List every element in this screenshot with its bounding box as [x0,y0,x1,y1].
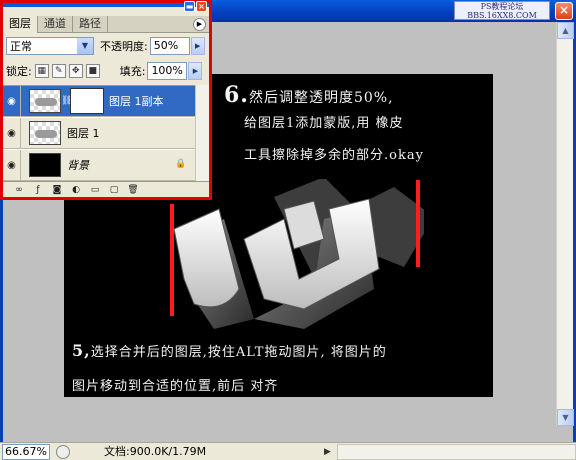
chevron-down-icon[interactable]: ▼ [77,38,93,54]
tab-channels[interactable]: 通道 [38,16,73,33]
trash-icon[interactable]: 🗑 [127,184,139,196]
lock-position-move-icon[interactable]: ✥ [68,64,83,78]
status-info-icon[interactable] [56,444,70,459]
layer-name: 图层 1 [67,127,100,140]
horizontal-scrollbar[interactable] [336,443,576,460]
blend-mode-value: 正常 [10,40,32,53]
visibility-eye-icon[interactable]: ◉ [3,117,21,149]
new-group-folder-icon[interactable]: ▭ [89,184,101,196]
document-size: 文档:900.0K/1.79M [104,444,207,458]
panel-minimize-button[interactable]: ▬ [184,1,195,12]
adjustment-layer-icon[interactable]: ◐ [70,184,82,196]
layer-row-copy[interactable]: ◉ ⛓ 图层 1副本 [3,85,195,117]
step6-line2: 给图层1添加蒙版,用 橡皮 [244,116,404,131]
step6-number: 6. [224,82,249,108]
layer-lock-icon: 🔒 [175,159,187,169]
lock-transparency-icon[interactable]: ▦ [34,64,49,78]
lock-label: 锁定: [6,65,32,78]
visibility-eye-icon[interactable]: ◉ [3,149,21,181]
step5-text1: 选择合并后的图层,按住ALT拖动图片, 将图片的 [90,345,387,360]
step6-text1: 然后调整透明度50%, [248,90,394,106]
layer-name: 背景 [67,159,89,172]
layer-thumbnail [29,153,61,177]
alignment-marker-left [170,204,174,316]
blend-mode-select[interactable]: 正常 ▼ [6,37,94,55]
blend-opacity-row: 正常 ▼ 不透明度: 50% ▶ [3,34,209,58]
opacity-slider-arrow-icon[interactable]: ▶ [190,37,205,55]
lock-pixels-brush-icon[interactable]: ✎ [51,64,66,78]
scroll-down-button[interactable]: ▼ [557,409,574,426]
opacity-input[interactable]: 50% [149,37,190,55]
panel-window-buttons: ▬ × [184,1,207,12]
panel-menu-icon[interactable]: ▶ [193,18,206,31]
opacity-label: 不透明度: [100,40,148,53]
fill-input[interactable]: 100% [147,62,188,80]
scroll-up-button[interactable]: ▲ [557,22,574,39]
close-button[interactable]: × [555,2,573,20]
fill-slider-arrow-icon[interactable]: ▶ [188,62,203,80]
mask-link-chain-icon[interactable]: ⛓ [61,96,72,106]
vertical-scrollbar[interactable]: ▲ ▼ [556,22,574,426]
status-bar: 66.67% 文档:900.0K/1.79M ▶ [0,442,576,460]
step5-number: 5, [72,341,91,360]
lock-all-icon[interactable]: ■ [85,64,100,78]
layer-mask-thumbnail[interactable] [70,88,104,114]
tab-layers[interactable]: 图层 [3,16,38,33]
tab-paths[interactable]: 路径 [73,16,108,33]
panel-close-button[interactable]: × [196,1,207,12]
alignment-marker-right [416,180,420,267]
step6-line1: 6.然后调整透明度50%, [224,82,394,108]
link-layers-icon[interactable]: ∞ [13,184,25,196]
layer-thumbnail [29,89,61,113]
watermark-line1: PS教程论坛 [480,2,524,11]
visibility-eye-icon[interactable]: ◉ [3,85,21,117]
lock-fill-row: 锁定: ▦ ✎ ✥ ■ 填充: 100% ▶ [3,61,209,81]
panel-tabs: 图层 通道 路径 [3,16,209,33]
fill-label: 填充: [119,65,146,78]
step6-line3: 工具擦除掉多余的部分.okay [244,148,424,163]
zoom-field[interactable]: 66.67% [2,443,50,460]
layer-list: ◉ ⛓ 图层 1副本 ◉ 图层 1 ◉ 背景 🔒 [3,85,195,181]
panel-titlebar[interactable] [3,3,209,7]
status-menu-arrow-icon[interactable]: ▶ [324,447,331,457]
layer-row-background[interactable]: ◉ 背景 🔒 [3,149,195,181]
panel-footer: ∞ ƒ ◙ ◐ ▭ ▢ 🗑 [3,181,209,197]
step5-line2: 图片移动到合适的位置,前后 对齐 [72,379,279,394]
layer-list-scrollbar[interactable] [195,85,209,181]
layer-name: 图层 1副本 [109,95,164,108]
3d-text-artwork [173,179,424,329]
forum-watermark: PS教程论坛 BBS.16XX8.COM [454,1,550,20]
layer-style-icon[interactable]: ƒ [32,184,44,196]
new-layer-icon[interactable]: ▢ [108,184,120,196]
layers-panel: ▬ × 图层 通道 路径 ▶ 正常 ▼ 不透明度: 50% ▶ 锁定: ▦ ✎ … [0,0,212,200]
layer-row-1[interactable]: ◉ 图层 1 [3,117,195,149]
add-mask-icon[interactable]: ◙ [51,184,63,196]
layer-thumbnail [29,121,61,145]
watermark-line2: BBS.16XX8.COM [467,11,537,20]
step5-line1: 5,选择合并后的图层,按住ALT拖动图片, 将图片的 [72,341,387,360]
